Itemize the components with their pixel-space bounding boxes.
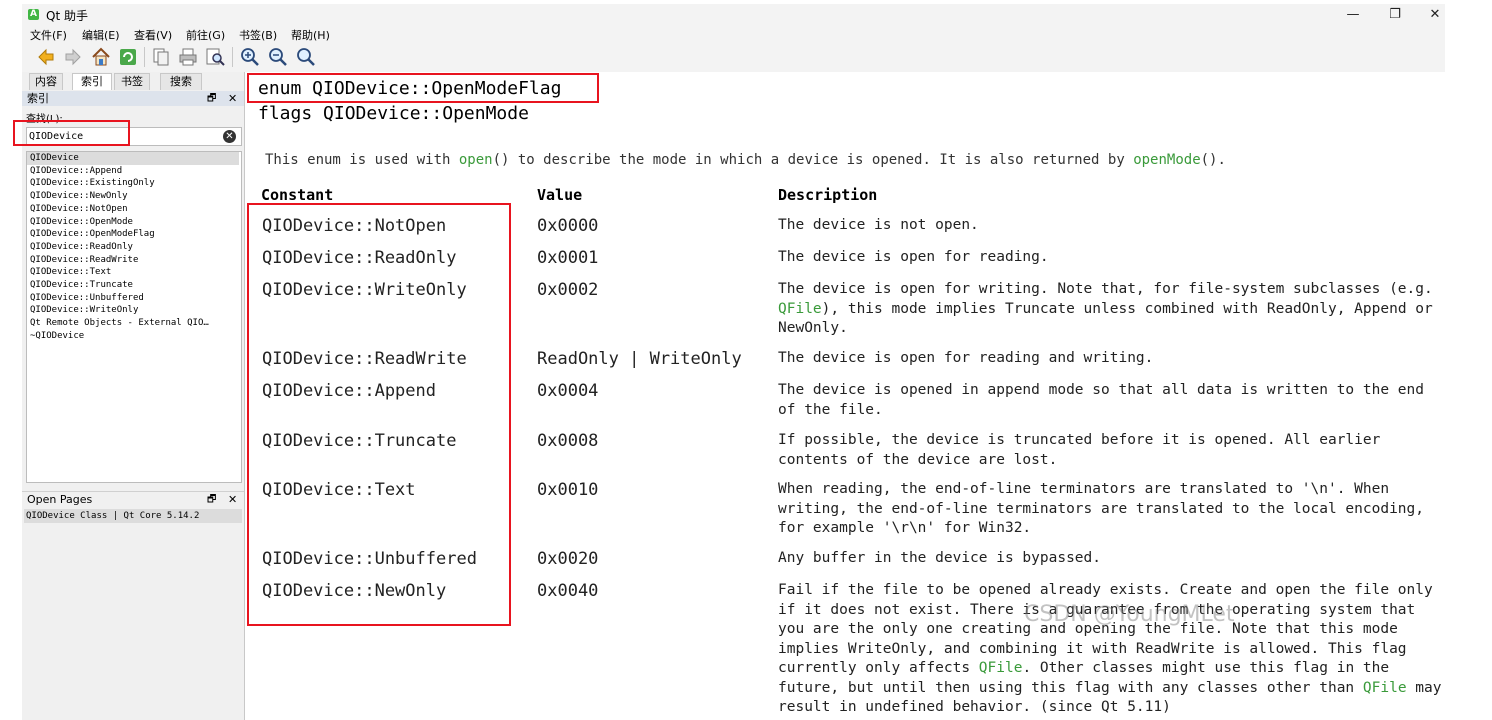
menu-help[interactable]: 帮助(H): [291, 27, 330, 43]
index-list-item[interactable]: QIODevice::ReadOnly: [27, 241, 239, 254]
print-icon[interactable]: [177, 46, 199, 68]
description-text: ), this mode implies Truncate unless com…: [778, 300, 1433, 337]
forward-arrow-icon[interactable]: [62, 46, 84, 68]
constant-value: 0x0001: [537, 248, 599, 268]
toolbar: [22, 42, 1445, 73]
intro-text: This enum is used with: [265, 152, 459, 168]
toolbar-separator: [144, 47, 145, 67]
float-dock-icon[interactable]: 🗗: [207, 91, 216, 106]
header-description: Description: [778, 186, 878, 204]
index-list-item[interactable]: QIODevice: [27, 152, 239, 165]
index-list-item[interactable]: QIODevice::ReadWrite: [27, 254, 239, 267]
documentation-view: enum QIODevice::OpenModeFlag flags QIODe…: [245, 72, 1492, 720]
constant-description: The device is not open.: [778, 217, 979, 233]
constant-description: The device is opened in append mode so t…: [778, 382, 1425, 418]
zoom-in-icon[interactable]: [239, 46, 261, 68]
index-list-item[interactable]: Qt Remote Objects - External QIO…: [27, 317, 239, 330]
qfile-link[interactable]: QFile: [979, 660, 1023, 676]
copy-icon[interactable]: [150, 46, 172, 68]
window-title: Qt 助手: [46, 9, 88, 23]
app-icon: A: [28, 9, 39, 20]
index-list-item[interactable]: QIODevice::Truncate: [27, 279, 239, 292]
index-list: QIODevice QIODevice::Append QIODevice::Exi…: [26, 151, 242, 483]
constant-description: When reading, the end-of-line terminator…: [778, 481, 1425, 536]
index-dock-label: 索引: [27, 92, 49, 105]
constant-description: The device is open for reading and writi…: [778, 350, 1154, 366]
menu-bookmarks[interactable]: 书签(B): [239, 27, 277, 43]
open-link[interactable]: open: [459, 152, 493, 168]
maximize-button[interactable]: ❐: [1375, 5, 1415, 25]
tab-contents[interactable]: 内容: [29, 73, 63, 90]
open-pages-dock-title: Open Pages 🗗 ✕: [22, 491, 244, 507]
close-dock-icon[interactable]: ✕: [228, 492, 237, 507]
close-window-button[interactable]: ✕: [1415, 5, 1455, 25]
menu-edit[interactable]: 编辑(E): [82, 27, 120, 43]
menu-go[interactable]: 前往(G): [186, 27, 225, 43]
close-dock-icon[interactable]: ✕: [228, 91, 237, 106]
constant-value: 0x0000: [537, 216, 599, 236]
float-dock-icon[interactable]: 🗗: [207, 492, 216, 507]
constant-description: Any buffer in the device is bypassed.: [778, 550, 1102, 566]
constant-value: ReadOnly | WriteOnly: [537, 349, 742, 369]
annotation-search-highlight: [13, 120, 130, 146]
constant-description: If possible, the device is truncated bef…: [778, 432, 1381, 468]
watermark: CSDN @YoungMLet: [1024, 602, 1235, 627]
constant-value: 0x0004: [537, 381, 599, 401]
constant-description: The device is open for writing. Note tha…: [778, 280, 1443, 339]
back-arrow-icon[interactable]: [35, 46, 57, 68]
find-icon[interactable]: [204, 46, 226, 68]
index-list-item[interactable]: QIODevice::NotOpen: [27, 203, 239, 216]
description-text: The device is open for writing. Note tha…: [778, 281, 1433, 297]
intro-text: () to describe the mode in which a devic…: [492, 152, 1134, 168]
menu-file[interactable]: 文件(F): [30, 27, 67, 43]
index-list-item[interactable]: QIODevice::Append: [27, 165, 239, 178]
tab-search[interactable]: 搜索: [160, 73, 202, 90]
menu-bar: 文件(F) 编辑(E) 查看(V) 前往(G) 书签(B) 帮助(H): [22, 26, 1445, 42]
toolbar-separator: [232, 47, 233, 67]
minimize-button[interactable]: —: [1333, 5, 1373, 25]
index-list-item[interactable]: QIODevice::OpenMode: [27, 216, 239, 229]
constant-value: 0x0002: [537, 280, 599, 300]
header-value: Value: [537, 186, 583, 204]
annotation-constants-highlight: [247, 203, 511, 626]
index-list-item[interactable]: QIODevice::WriteOnly: [27, 304, 239, 317]
openmode-link[interactable]: openMode: [1133, 152, 1200, 168]
constant-value: 0x0040: [537, 581, 599, 601]
tab-index[interactable]: 索引: [72, 73, 112, 90]
qfile-link[interactable]: QFile: [778, 301, 822, 317]
index-list-item[interactable]: QIODevice::OpenModeFlag: [27, 228, 239, 241]
home-icon[interactable]: [90, 46, 112, 68]
zoom-out-icon[interactable]: [267, 46, 289, 68]
constant-value: 0x0010: [537, 480, 599, 500]
index-list-item[interactable]: QIODevice::Text: [27, 266, 239, 279]
window-title-bar: A Qt 助手 — ❐ ✕: [22, 4, 1445, 26]
index-list-item[interactable]: QIODevice::ExistingOnly: [27, 177, 239, 190]
qfile-link[interactable]: QFile: [1363, 680, 1407, 696]
index-dock-title: 索引 🗗 ✕: [22, 91, 244, 106]
intro-paragraph: This enum is used with open() to describ…: [265, 152, 1226, 168]
constant-description: The device is open for reading.: [778, 249, 1049, 265]
constant-value: 0x0008: [537, 431, 599, 451]
flags-heading: flags QIODevice::OpenMode: [258, 103, 529, 124]
open-page-item[interactable]: QIODevice Class | Qt Core 5.14.2: [24, 509, 242, 523]
sync-icon[interactable]: [117, 46, 139, 68]
index-list-item[interactable]: QIODevice::NewOnly: [27, 190, 239, 203]
constant-value: 0x0020: [537, 549, 599, 569]
index-list-item[interactable]: ~QIODevice: [27, 330, 239, 343]
tab-bookmarks[interactable]: 书签: [114, 73, 150, 90]
zoom-reset-icon[interactable]: [295, 46, 317, 68]
open-pages-label: Open Pages: [27, 493, 93, 506]
left-panel: 内容 索引 书签 搜索 索引 🗗 ✕ 查找(L): ✕ QIODeviceQIO…: [13, 72, 245, 720]
open-pages-list: QIODevice Class | Qt Core 5.14.2: [24, 509, 242, 523]
clear-search-icon[interactable]: ✕: [223, 130, 236, 143]
header-constant: Constant: [261, 186, 334, 204]
annotation-heading-highlight: [247, 73, 599, 103]
menu-view[interactable]: 查看(V): [134, 27, 172, 43]
intro-text: ().: [1200, 152, 1226, 168]
index-list-item[interactable]: QIODevice::Unbuffered: [27, 292, 239, 305]
